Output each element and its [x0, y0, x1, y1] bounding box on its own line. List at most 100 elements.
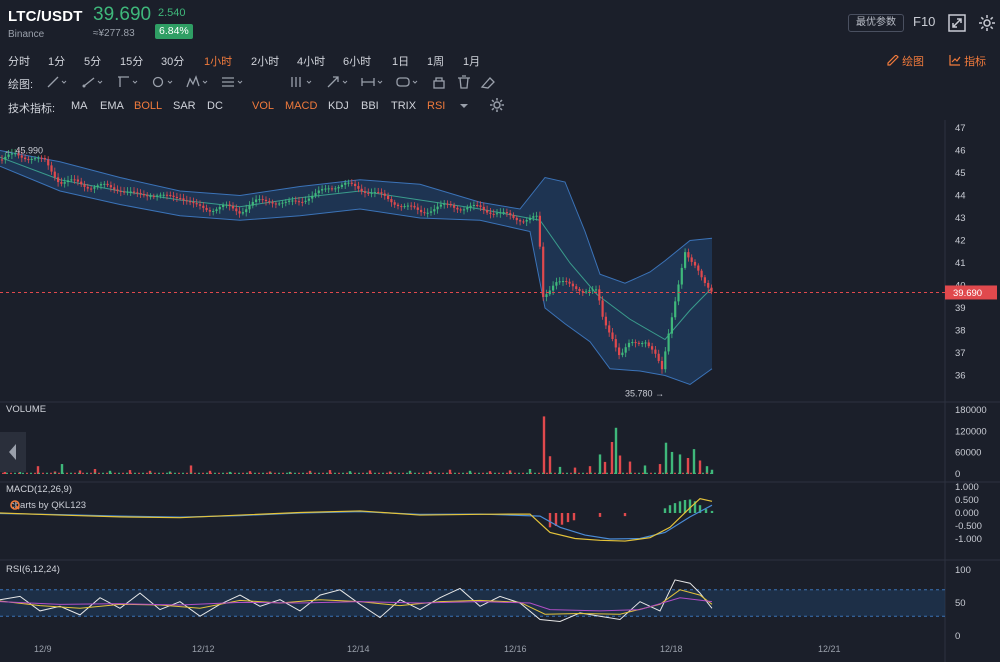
volume-bar [418, 472, 420, 474]
candle-body [347, 182, 350, 184]
candle-body [357, 186, 360, 189]
indicator-toggle-button[interactable]: 指标 [949, 53, 986, 69]
candle-body [383, 193, 386, 196]
x-axis-date-label: 12/9 [34, 644, 52, 654]
indicator-rsi[interactable]: RSI [427, 100, 445, 112]
volume-bar [562, 472, 564, 474]
indicator-bbi[interactable]: BBI [361, 100, 379, 112]
candle-body [486, 210, 489, 213]
period-1w[interactable]: 1周 [427, 53, 444, 69]
volume-bar [102, 472, 104, 474]
lock-icon[interactable] [428, 74, 452, 90]
best-params-button[interactable]: 最优参数 [848, 14, 904, 32]
chart-canvas[interactable]: 363738394041424344454647← 45.99035.780 →… [0, 120, 1000, 662]
candle-body [703, 277, 706, 283]
period-2h[interactable]: 2小时 [251, 53, 279, 69]
circle-icon[interactable] [150, 74, 174, 90]
volume-bar [342, 472, 344, 474]
fib-icon[interactable] [220, 74, 244, 90]
volume-bar [202, 472, 204, 474]
measure-icon[interactable] [360, 74, 384, 90]
candle-body [482, 206, 485, 211]
period-1h[interactable]: 1小时 [204, 53, 232, 69]
candle-body [446, 203, 449, 205]
volume-bar [334, 472, 336, 474]
candle-body [568, 281, 571, 284]
period-30m[interactable]: 30分 [161, 53, 184, 69]
indicator-boll[interactable]: BOLL [134, 100, 162, 112]
indicator-trix[interactable]: TRIX [391, 100, 416, 112]
period-1m[interactable]: 1分 [48, 53, 65, 69]
volume-bar [94, 472, 96, 474]
candle-body [492, 213, 495, 215]
x-axis-date-label: 12/16 [504, 644, 527, 654]
volume-bar [534, 472, 536, 474]
volume-bar [350, 472, 352, 474]
volume-bar [138, 472, 140, 474]
volume-bar [654, 472, 656, 474]
candle-body [423, 212, 426, 214]
indicator-icon [949, 55, 961, 66]
candle-body [641, 343, 644, 345]
dropdown-caret-icon[interactable] [456, 98, 480, 114]
candle-body [469, 205, 472, 208]
indicator-ema[interactable]: EMA [100, 100, 124, 112]
volume-bar [382, 472, 384, 474]
candle-body [80, 181, 83, 185]
fullscreen-icon[interactable] [947, 13, 967, 33]
percent-badge: 6.84% [155, 24, 193, 39]
indicator-macd[interactable]: MACD [285, 100, 317, 112]
candle-body [149, 196, 152, 198]
indicator-vol[interactable]: VOL [252, 100, 274, 112]
scroll-left-button[interactable] [0, 432, 26, 472]
pattern-icon[interactable] [185, 74, 209, 90]
volume-bar [643, 465, 647, 474]
period-1d[interactable]: 1日 [392, 53, 409, 69]
volume-bar [646, 472, 648, 474]
period-15m[interactable]: 15分 [120, 53, 143, 69]
line-icon[interactable] [44, 74, 68, 90]
candle-body [330, 188, 334, 190]
period-fenshi[interactable]: 分时 [8, 53, 30, 69]
volume-bar [170, 472, 172, 474]
volume-bar [242, 472, 244, 474]
candle-body [400, 206, 403, 208]
channel-icon[interactable] [115, 74, 139, 90]
settings-icon[interactable] [977, 13, 997, 33]
candle-body [103, 183, 106, 185]
candle-body [53, 171, 56, 178]
period-6h[interactable]: 6小时 [343, 53, 371, 69]
volume-bar [538, 472, 540, 474]
eraser-icon[interactable] [476, 74, 500, 90]
candle-body [611, 332, 614, 340]
candle-body [57, 177, 60, 183]
indicator-dc[interactable]: DC [207, 100, 223, 112]
candle-body [651, 346, 654, 350]
chart-area[interactable]: 363738394041424344454647← 45.99035.780 →… [0, 120, 1000, 662]
volume-bar [518, 472, 520, 474]
candle-body [152, 196, 155, 198]
candle-body [674, 301, 677, 318]
gear-icon[interactable] [487, 97, 511, 113]
period-4h[interactable]: 4小时 [297, 53, 325, 69]
period-1mo[interactable]: 1月 [463, 53, 480, 69]
indicator-sar[interactable]: SAR [173, 100, 196, 112]
candle-body [40, 157, 43, 159]
volume-bar [282, 472, 284, 474]
candle-body [664, 351, 667, 370]
volume-bar [606, 472, 608, 474]
f10-button[interactable]: F10 [913, 14, 935, 29]
period-5m[interactable]: 5分 [84, 53, 101, 69]
indicator-ma[interactable]: MA [71, 100, 88, 112]
parallel-icon[interactable] [289, 74, 313, 90]
candle-body [396, 204, 400, 207]
trash-icon[interactable] [452, 74, 476, 90]
arrow-icon[interactable] [325, 74, 349, 90]
volume-bar [150, 472, 152, 474]
rsi-tick-label: 0 [955, 631, 960, 642]
text-icon[interactable] [395, 74, 419, 90]
indicator-kdj[interactable]: KDJ [328, 100, 349, 112]
candle-body [453, 205, 456, 208]
draw-toggle-button[interactable]: 绘图 [887, 53, 924, 69]
ray-icon[interactable] [80, 74, 104, 90]
